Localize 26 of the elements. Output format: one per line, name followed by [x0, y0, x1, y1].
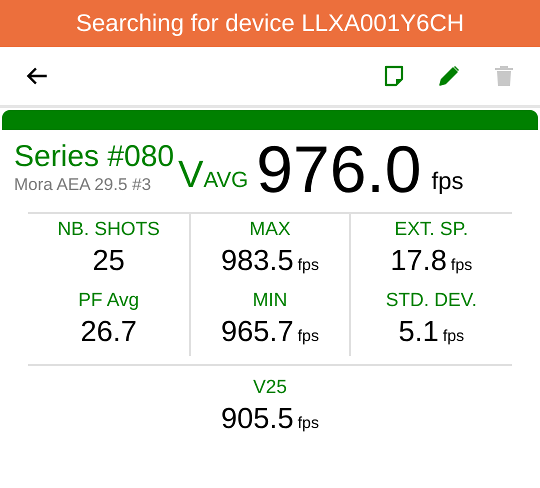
- stat-label: MAX: [249, 218, 291, 242]
- stat-label: STD. DEV.: [386, 289, 477, 313]
- unit-label: fps: [298, 414, 319, 434]
- stat-label: EXT. SP.: [394, 218, 468, 242]
- stat-value: 965.7: [221, 315, 294, 350]
- pencil-icon[interactable]: [437, 64, 461, 88]
- unit-label: fps: [298, 256, 319, 276]
- series-title: Series #080: [14, 140, 174, 174]
- unit-label: fps: [442, 327, 464, 347]
- unit-label: fps: [450, 256, 472, 276]
- stat-value: 26.7: [80, 315, 137, 350]
- stat-label: MIN: [252, 289, 288, 313]
- status-banner: Searching for device LLXA001Y6CH: [0, 0, 540, 47]
- stat-label: PF Avg: [78, 289, 140, 313]
- average-value: 976.0: [256, 134, 422, 204]
- stat-label: V25: [253, 376, 287, 400]
- stat-value: 983.5: [221, 244, 294, 279]
- stat-label: NB. SHOTS: [57, 218, 160, 242]
- series-subtitle: Mora AEA 29.5 #3: [14, 174, 152, 196]
- note-icon[interactable]: [382, 64, 406, 88]
- stat-value: 17.8: [390, 244, 447, 279]
- unit-label: fps: [298, 327, 319, 347]
- stat-value: 25: [92, 244, 125, 279]
- stat-value: 5.1: [398, 315, 439, 350]
- unit-label: fps: [431, 168, 464, 196]
- stat-value: 905.5: [221, 402, 294, 437]
